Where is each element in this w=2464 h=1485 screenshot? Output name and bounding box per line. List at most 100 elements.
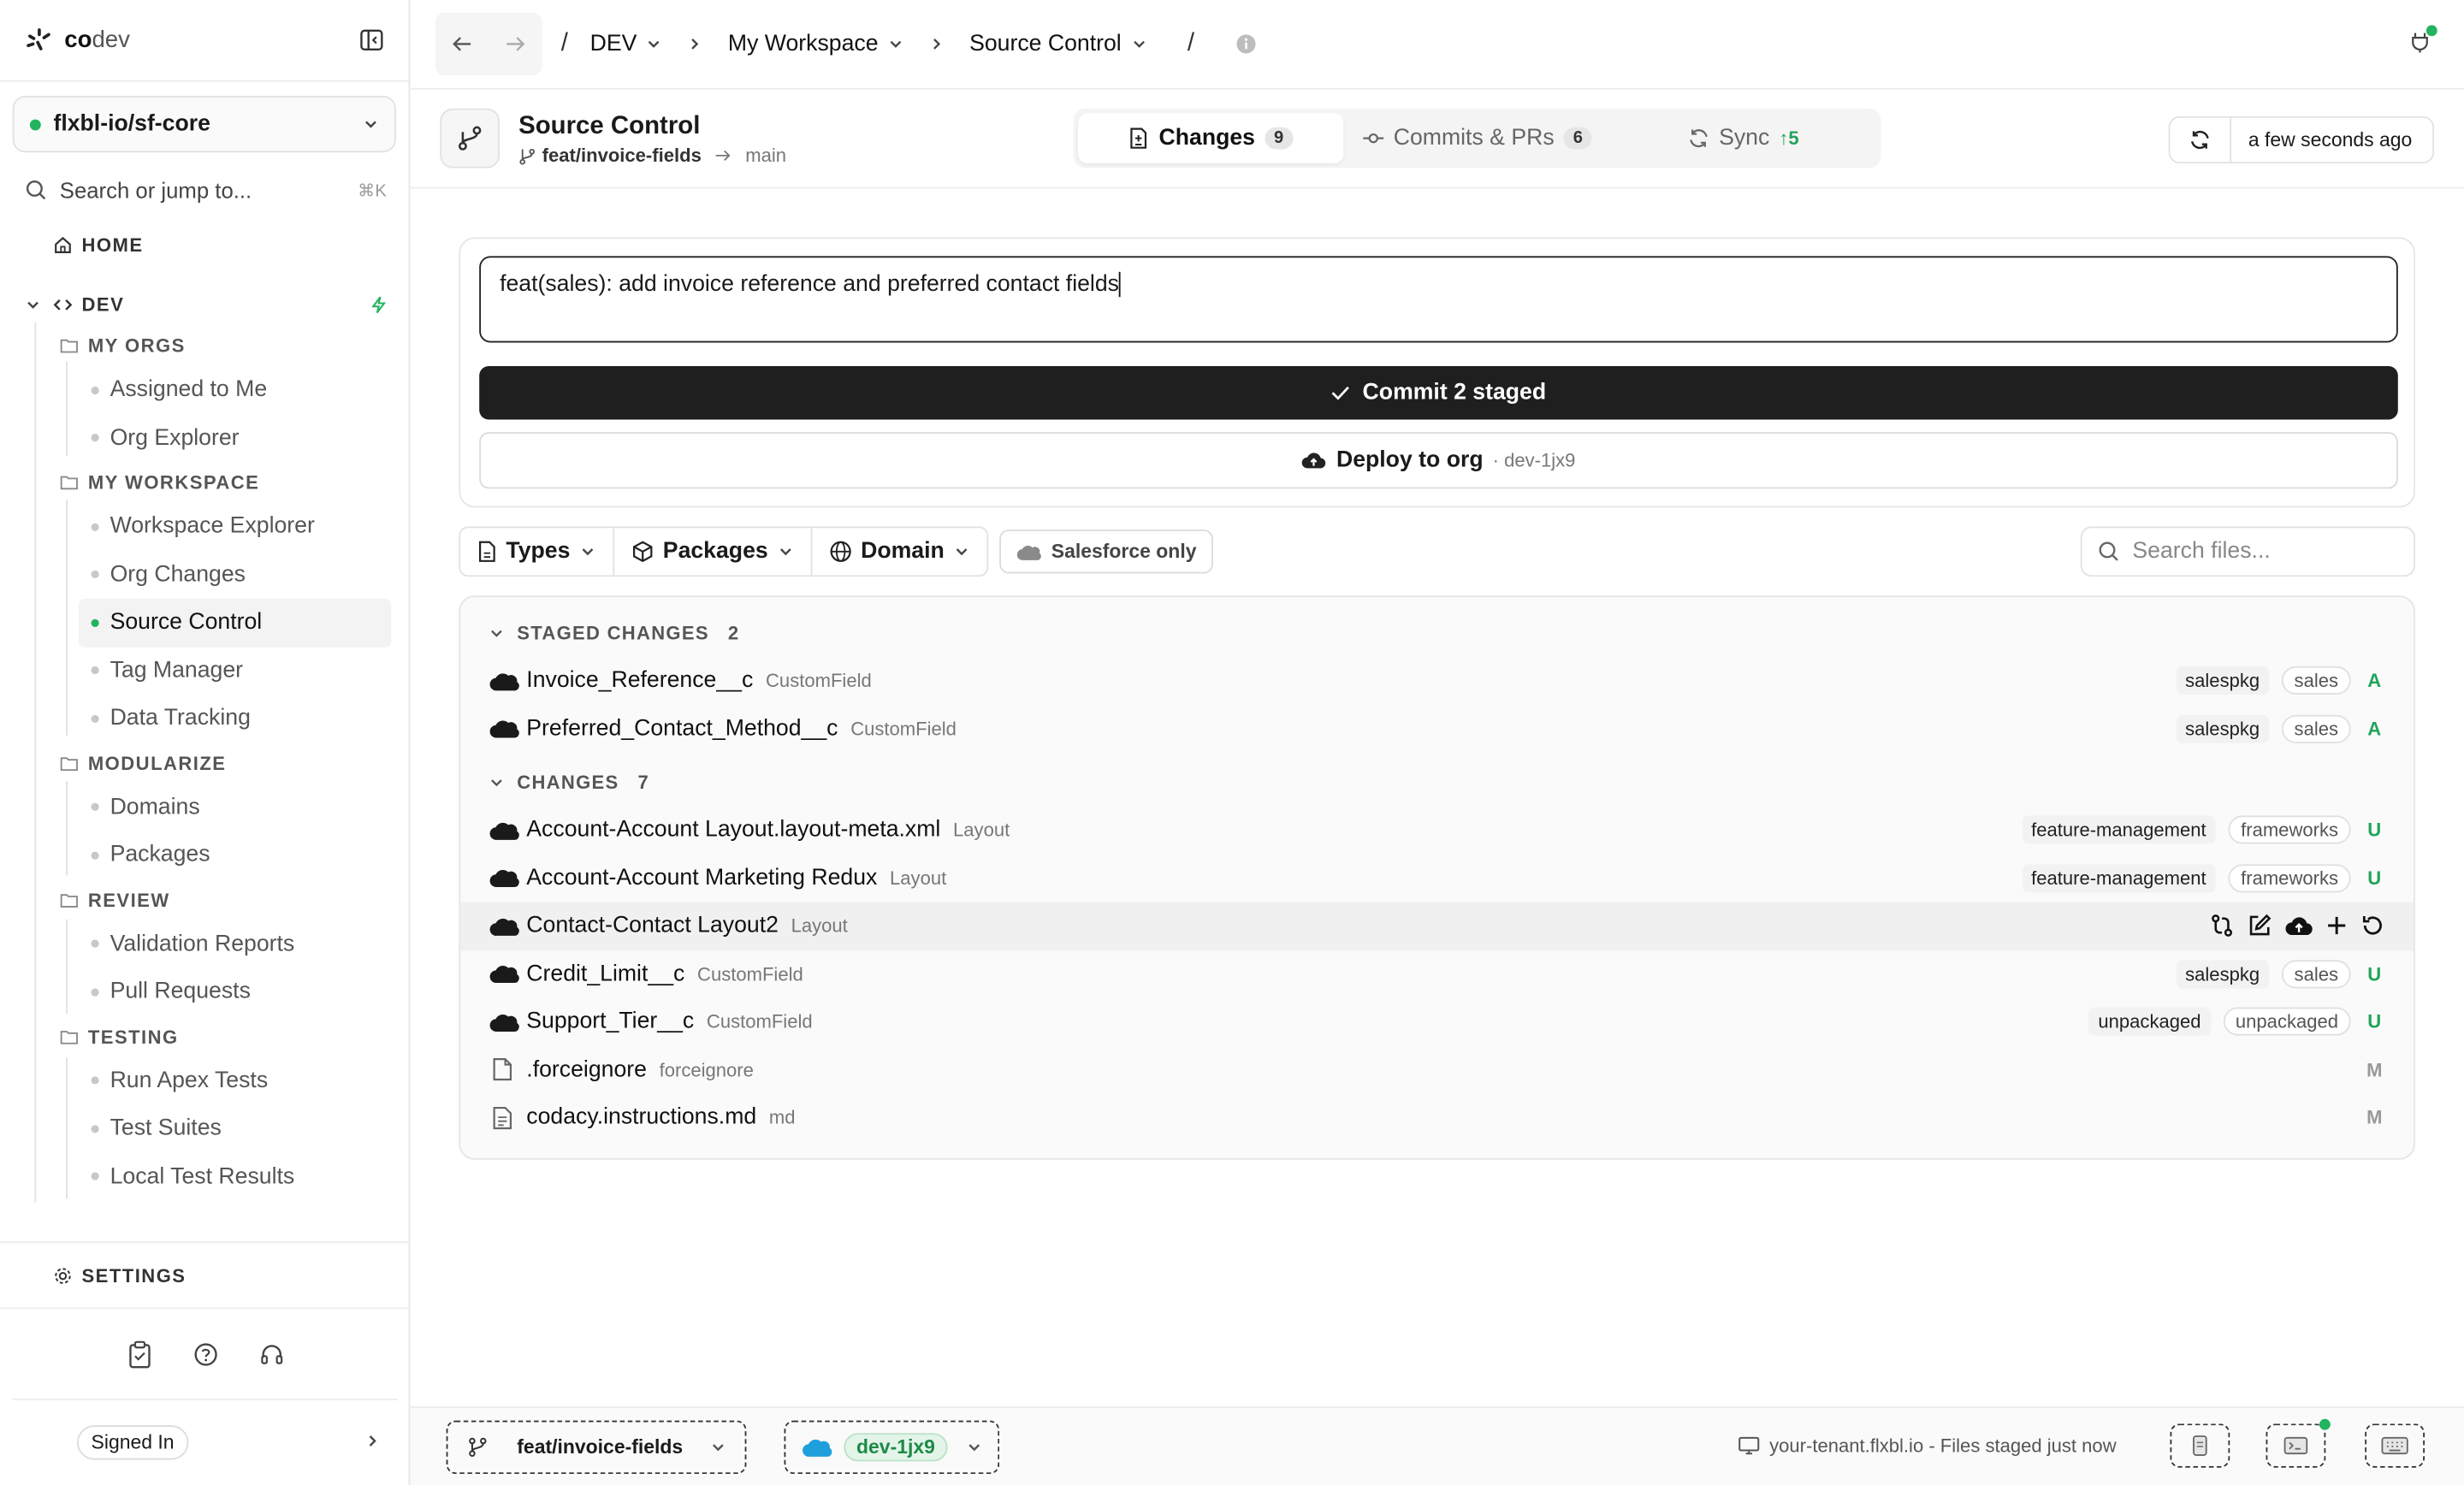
breadcrumb-workspace[interactable]: My Workspace xyxy=(728,32,903,56)
file-row[interactable]: Invoice_Reference__c CustomField salespk… xyxy=(460,657,2414,705)
notifications-button[interactable] xyxy=(2410,25,2437,54)
nav-item-packages[interactable]: Packages xyxy=(0,831,410,879)
domain-filter[interactable]: Domain xyxy=(812,528,986,575)
nav-item-label: Test Suites xyxy=(110,1115,222,1142)
footer-icon-row xyxy=(12,1309,398,1400)
sidebar-footer: SETTINGS xyxy=(0,1241,411,1400)
breadcrumb-page[interactable]: Source Control xyxy=(969,32,1146,56)
domain-tag: unpackaged xyxy=(2223,1007,2351,1037)
collapse-sidebar-button[interactable] xyxy=(360,28,384,52)
nav-item-label: Pull Requests xyxy=(110,979,251,1005)
nav-item-local-test-results[interactable]: Local Test Results xyxy=(0,1152,410,1200)
nav-item-org-explorer[interactable]: Org Explorer xyxy=(0,414,410,462)
chevron-down-icon xyxy=(713,1444,724,1452)
nav-tree-line xyxy=(66,780,68,876)
nav-home[interactable]: HOME xyxy=(0,225,410,266)
nav-item-assigned-to-me[interactable]: Assigned to Me xyxy=(0,366,410,414)
types-filter[interactable]: Types xyxy=(460,528,614,576)
tab-commits-prs[interactable]: Commits & PRs 6 xyxy=(1344,113,1610,163)
status-badge: A xyxy=(2367,670,2382,692)
breadcrumb-sep: / xyxy=(1187,29,1195,57)
repo-selector[interactable]: flxbl-io/sf-core xyxy=(12,96,396,153)
monitor-icon xyxy=(1738,1436,1760,1455)
forward-button[interactable] xyxy=(505,34,527,53)
signed-in-badge[interactable]: Signed In xyxy=(76,1425,189,1460)
help-button[interactable] xyxy=(192,1341,217,1366)
nav-item-domains[interactable]: Domains xyxy=(0,784,410,831)
nav-item-tag-manager[interactable]: Tag Manager xyxy=(0,647,410,695)
breadcrumb-sep: / xyxy=(560,29,568,57)
file-row[interactable]: Credit_Limit__c CustomField salespkg sal… xyxy=(460,950,2414,997)
chevron-down-icon xyxy=(365,121,376,128)
file-row[interactable]: Contact-Contact Layout2 Layout xyxy=(460,902,2414,950)
refresh-button[interactable] xyxy=(2170,117,2231,163)
target-branch: main xyxy=(745,145,787,167)
file-row[interactable]: Account-Account Marketing Redux Layout f… xyxy=(460,854,2414,902)
discard-button[interactable] xyxy=(2360,914,2385,938)
refresh-control: a few seconds ago xyxy=(2168,115,2435,164)
package-icon xyxy=(632,541,653,563)
nav-item-test-suites[interactable]: Test Suites xyxy=(0,1104,410,1152)
chevron-down-icon xyxy=(1133,40,1145,48)
info-button[interactable] xyxy=(1235,33,1258,56)
tab-sync[interactable]: Sync ↑5 xyxy=(1610,113,1876,163)
nav-dev[interactable]: DEV xyxy=(0,284,410,325)
nav-my-orgs[interactable]: MY ORGS xyxy=(0,325,410,366)
packages-filter[interactable]: Packages xyxy=(614,528,813,576)
nav-settings[interactable]: SETTINGS xyxy=(0,1243,411,1310)
deploy-file-button[interactable] xyxy=(2285,915,2313,938)
breadcrumb-env[interactable]: DEV xyxy=(590,32,662,56)
tab-changes[interactable]: Changes 9 xyxy=(1077,113,1344,164)
terminal-button[interactable] xyxy=(2266,1418,2331,1468)
nav-my-workspace[interactable]: MY WORKSPACE xyxy=(0,462,410,503)
keyboard-shortcuts-button[interactable] xyxy=(2365,1423,2426,1468)
chevron-down-icon xyxy=(956,548,968,556)
back-button[interactable] xyxy=(451,34,473,53)
file-row[interactable]: codacy.instructions.md md M xyxy=(460,1094,2414,1142)
file-row[interactable]: Account-Account Layout.layout-meta.xml L… xyxy=(460,806,2414,854)
top-bar: / DEV My Workspace Source Control / xyxy=(410,0,2464,90)
nav-modularize-label: MODULARIZE xyxy=(87,752,227,774)
nav-item-org-changes[interactable]: Org Changes xyxy=(0,551,410,599)
edit-button[interactable] xyxy=(2247,914,2272,938)
search-files-input[interactable]: Search files... xyxy=(2080,526,2416,577)
nav-item-workspace-explorer[interactable]: Workspace Explorer xyxy=(0,503,410,551)
chevron-down-icon xyxy=(27,301,38,309)
app-logo[interactable]: co dev xyxy=(25,26,130,54)
org-selector[interactable]: dev-1jx9 xyxy=(784,1420,1000,1475)
salesforce-only-toggle[interactable]: Salesforce only xyxy=(999,530,1214,574)
nav-item-validation-reports[interactable]: Validation Reports xyxy=(0,920,410,968)
file-type: md xyxy=(768,1106,796,1129)
support-button[interactable] xyxy=(258,1341,283,1366)
staged-changes-header[interactable]: STAGED CHANGES 2 xyxy=(460,610,2414,657)
commit-button[interactable]: Commit 2 staged xyxy=(479,366,2398,420)
file-row[interactable]: Preferred_Contact_Method__c CustomField … xyxy=(460,705,2414,753)
clipboard-button[interactable] xyxy=(127,1340,151,1368)
commit-message-input[interactable]: feat(sales): add invoice reference and p… xyxy=(479,256,2398,343)
repo-status-dot xyxy=(29,118,41,130)
search-jump[interactable]: Search or jump to... ⌘K xyxy=(25,175,387,206)
branch-selector[interactable]: feat/invoice-fields xyxy=(446,1420,747,1475)
chevron-down-icon xyxy=(582,548,593,556)
stage-button[interactable] xyxy=(2325,915,2348,938)
deploy-to-org-button[interactable]: Deploy to org · dev-1jx9 xyxy=(479,432,2398,489)
mobile-preview-button[interactable] xyxy=(2170,1423,2230,1468)
nav-testing[interactable]: TESTING xyxy=(0,1016,410,1057)
status-badge: A xyxy=(2367,718,2382,740)
file-row[interactable]: .forceignore forceignore M xyxy=(460,1046,2414,1094)
diff-button[interactable] xyxy=(2209,914,2234,938)
nav-item-pull-requests[interactable]: Pull Requests xyxy=(0,968,410,1016)
nav-item-data-tracking[interactable]: Data Tracking xyxy=(0,695,410,742)
nav-item-source-control[interactable]: Source Control xyxy=(78,598,392,647)
nav-modularize[interactable]: MODULARIZE xyxy=(0,742,410,784)
chevron-right-icon[interactable] xyxy=(364,1433,380,1448)
changes-header[interactable]: CHANGES 7 xyxy=(460,759,2414,806)
chevron-down-icon xyxy=(649,40,660,48)
branch-info: feat/invoice-fields main xyxy=(518,145,786,167)
nav-review[interactable]: REVIEW xyxy=(0,879,410,920)
git-branch-icon xyxy=(469,1437,487,1457)
nav-item-run-apex-tests[interactable]: Run Apex Tests xyxy=(0,1056,410,1104)
file-row[interactable]: Support_Tier__c CustomField unpackaged u… xyxy=(460,997,2414,1045)
git-branch-icon xyxy=(519,148,536,164)
domain-tag: sales xyxy=(2281,959,2351,989)
